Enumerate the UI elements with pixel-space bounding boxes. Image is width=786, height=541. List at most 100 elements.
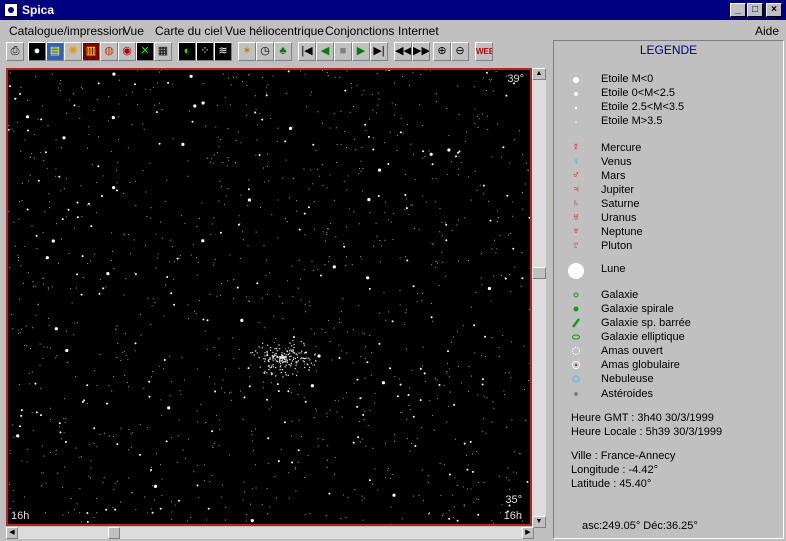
menu-bar: Catalogue/impression Vue Carte du ciel V…: [0, 20, 786, 40]
vertical-scrollbar[interactable]: ▲ ▼: [532, 68, 546, 528]
legend-planet-0: Mercure: [601, 142, 642, 154]
menu-vue[interactable]: Vue: [123, 24, 144, 38]
skip-first-icon[interactable]: |◀: [298, 42, 316, 61]
horizontal-scroll-thumb[interactable]: [108, 527, 120, 539]
elliptical-galaxy-icon: [566, 331, 586, 343]
step-back-icon[interactable]: ◀: [316, 42, 334, 61]
sun-icon[interactable]: ✺: [64, 42, 82, 61]
globular-cluster-icon: [566, 359, 586, 371]
star-bright-icon: [566, 74, 586, 86]
legend-object-5: Amas globulaire: [601, 359, 680, 371]
longitude: Longitude : -4.42°: [571, 464, 658, 476]
stop-icon[interactable]: ■: [334, 42, 352, 61]
star-map[interactable]: 39° 35° 16h 16h: [6, 68, 532, 526]
legend-panel: LEGENDE Etoile M<0 Etoile 0<M<2.5 Etoile…: [553, 40, 784, 539]
legend-object-4: Amas ouvert: [601, 345, 663, 357]
rewind-icon[interactable]: ◀◀: [394, 42, 412, 61]
maximize-button[interactable]: □: [747, 3, 763, 17]
nebula-icon: [566, 373, 586, 385]
star-medium-icon: [566, 88, 586, 100]
legend-object-2: Galaxie sp. barrée: [601, 317, 691, 329]
legend-object-0: Galaxie: [601, 289, 639, 301]
eye-icon[interactable]: ◉: [118, 42, 136, 61]
legend-title: LEGENDE: [639, 43, 698, 57]
legend-object-1: Galaxie spirale: [601, 303, 674, 315]
legend-planet-6: Neptune: [601, 226, 643, 238]
declination-top-label: 39°: [507, 73, 524, 85]
graph-icon[interactable]: ✕: [136, 42, 154, 61]
city: Ville : France-Annecy: [571, 450, 676, 462]
horizon-icon[interactable]: ▤: [46, 42, 64, 61]
web-button[interactable]: WEB: [475, 42, 493, 61]
cursor-coordinates: asc:249.05° Déc:36.25°: [582, 520, 698, 532]
fast-forward-icon[interactable]: ▶▶: [412, 42, 430, 61]
menu-vue-heliocentrique[interactable]: Vue héliocentrique: [225, 24, 324, 38]
legend-star-0: Etoile M<0: [601, 73, 654, 85]
legend-star-1: Etoile 0<M<2.5: [601, 87, 675, 99]
menu-conjonctions[interactable]: Conjonctions: [325, 24, 394, 38]
latitude: Latitude : 45.40°: [571, 478, 652, 490]
time-local: Heure Locale : 5h39 30/3/1999: [571, 426, 723, 438]
legend-moon: Lune: [601, 263, 626, 275]
scroll-right-icon[interactable]: ▶: [522, 527, 534, 539]
time-gmt: Heure GMT : 3h40 30/3/1999: [571, 412, 714, 424]
clock-icon[interactable]: ◷: [256, 42, 274, 61]
calculator-icon[interactable]: ▦: [154, 42, 172, 61]
sky-sphere-icon[interactable]: ●: [28, 42, 46, 61]
window-title: Spica: [22, 3, 55, 17]
vertical-scroll-thumb[interactable]: [532, 267, 546, 279]
legend-object-3: Galaxie elliptique: [601, 331, 685, 343]
star-field: [8, 70, 530, 524]
declination-bottom-label: 35°: [505, 494, 522, 506]
legend-object-6: Nebuleuse: [601, 373, 654, 385]
saturn-icon: ♄: [572, 198, 580, 209]
scroll-down-icon[interactable]: ▼: [532, 516, 546, 528]
mars-icon: ♂: [572, 170, 580, 181]
close-button[interactable]: ×: [766, 3, 782, 17]
barred-spiral-galaxy-icon: [566, 317, 586, 329]
title-bar: Spica _ □ ×: [0, 0, 786, 20]
globe-icon[interactable]: ◐: [178, 42, 196, 61]
minimize-button[interactable]: _: [730, 3, 746, 17]
legend-star-3: Etoile M>3.5: [601, 115, 663, 127]
tree-icon[interactable]: ♣: [274, 42, 292, 61]
comet-icon[interactable]: ✶: [238, 42, 256, 61]
jupiter-icon: ♃: [572, 184, 580, 195]
venus-icon: ♀: [572, 156, 580, 167]
legend-planet-5: Uranus: [601, 212, 637, 224]
scroll-up-icon[interactable]: ▲: [532, 68, 546, 80]
step-forward-icon[interactable]: ▶: [352, 42, 370, 61]
legend-planet-2: Mars: [601, 170, 626, 182]
zoom-in-icon[interactable]: ⊕: [433, 42, 451, 61]
horizontal-scrollbar[interactable]: ◀ ▶: [6, 527, 534, 539]
star-small-icon: [566, 102, 586, 114]
open-cluster-icon: [566, 345, 586, 357]
scroll-left-icon[interactable]: ◀: [6, 527, 18, 539]
legend-planet-7: Pluton: [601, 240, 633, 252]
menu-carte-du-ciel[interactable]: Carte du ciel: [155, 24, 222, 38]
uranus-icon: ♅: [572, 212, 580, 223]
asteroid-icon: [566, 388, 586, 400]
spiral-galaxy-icon: [566, 303, 586, 315]
galaxy-icon: [566, 289, 586, 301]
app-icon[interactable]: [4, 3, 18, 17]
legend-object-7: Astéroides: [601, 388, 653, 400]
star-field-icon[interactable]: ⁘: [196, 42, 214, 61]
neptune-icon: ♆: [572, 226, 580, 237]
toolbar: ⎙ ● ▤ ✺ ▥ ◍ ◉ ✕ ▦ ◐ ⁘ ≋ ✶ ◷ ♣ |◀ ◀ ■ ▶ ▶…: [0, 40, 552, 64]
print-icon[interactable]: ⎙: [6, 42, 24, 61]
star-faint-icon: [566, 116, 586, 128]
moon-icon: [566, 262, 586, 280]
menu-catalogue[interactable]: Catalogue/impression: [9, 24, 125, 38]
legend-planet-1: Venus: [601, 156, 632, 168]
legend-star-2: Etoile 2.5<M<3.5: [601, 101, 685, 113]
constellation-icon[interactable]: ▥: [82, 42, 100, 61]
pluto-icon: ♇: [572, 240, 580, 251]
menu-aide[interactable]: Aide: [755, 24, 779, 38]
skip-last-icon[interactable]: ▶|: [370, 42, 388, 61]
zoom-out-icon[interactable]: ⊖: [451, 42, 469, 61]
wave-icon[interactable]: ≋: [214, 42, 232, 61]
planet-icon[interactable]: ◍: [100, 42, 118, 61]
menu-internet[interactable]: Internet: [398, 24, 439, 38]
right-ascension-left-label: 16h: [11, 510, 30, 522]
